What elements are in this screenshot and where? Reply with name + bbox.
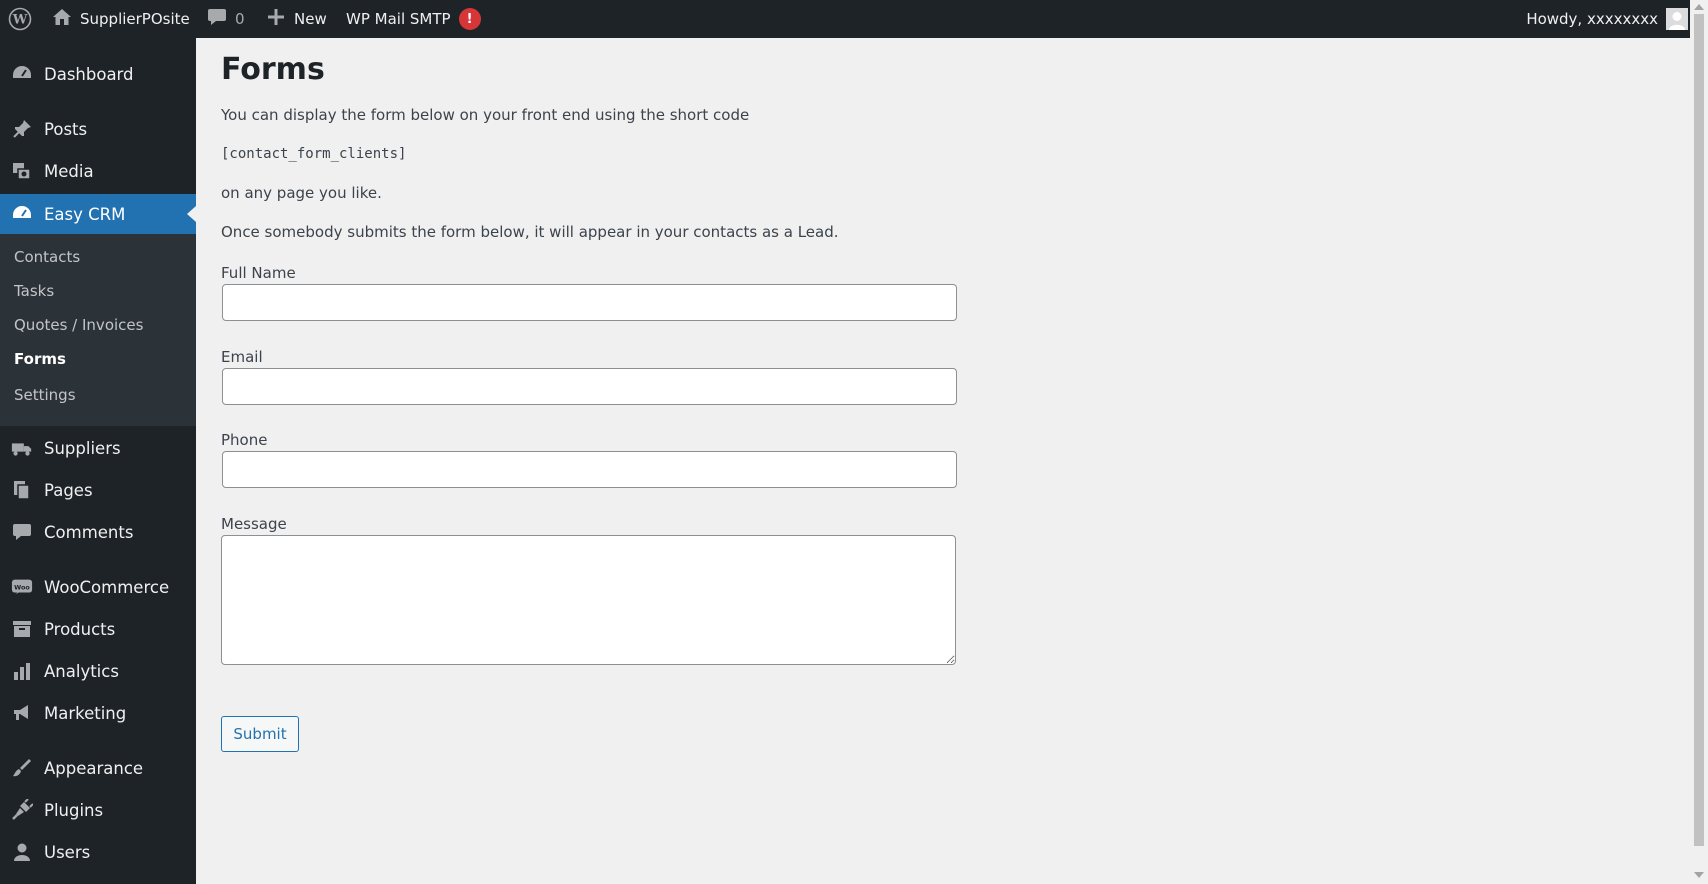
sidebar-item-label: Easy CRM (44, 204, 126, 224)
full-name-input[interactable] (222, 284, 957, 321)
howdy-label: Howdy, xxxxxxxx (1526, 10, 1658, 28)
brush-icon (11, 757, 33, 779)
admin-sidebar: Dashboard Posts Media Easy CRM Contacts … (0, 38, 196, 884)
page-title: Forms (221, 52, 325, 87)
site-name-label: SupplierPOsite (80, 10, 190, 28)
comments-link[interactable]: 0 (207, 0, 245, 38)
sidebar-item-plugins[interactable]: Plugins (0, 790, 196, 830)
phone-label: Phone (221, 431, 268, 449)
user-icon (11, 841, 33, 863)
main-content: Forms You can display the form below on … (196, 38, 1690, 884)
bar-chart-icon (11, 660, 33, 682)
message-label: Message (221, 515, 287, 533)
archive-icon (11, 618, 33, 640)
scroll-down-arrow-icon[interactable] (1694, 872, 1704, 878)
new-content-link[interactable]: New (267, 0, 327, 38)
plus-icon (267, 8, 285, 30)
plug-icon (11, 799, 33, 821)
megaphone-icon (11, 702, 33, 724)
scrollbar-thumb[interactable] (1694, 14, 1704, 846)
truck-icon (11, 437, 33, 459)
sidebar-item-easy-crm[interactable]: Easy CRM (0, 194, 196, 234)
svg-text:W: W (12, 13, 28, 28)
media-icon (11, 160, 33, 182)
intro-text: You can display the form below on your f… (221, 106, 750, 124)
sidebar-item-label: Plugins (44, 800, 104, 820)
sidebar-item-label: Marketing (44, 703, 127, 723)
sidebar-item-label: Appearance (44, 758, 144, 778)
submenu-item-quotes-invoices[interactable]: Quotes / Invoices (14, 316, 143, 334)
sidebar-item-label: Pages (44, 480, 93, 500)
svg-text:Woo: Woo (14, 583, 30, 591)
sidebar-item-analytics[interactable]: Analytics (0, 651, 196, 691)
lead-note-text: Once somebody submits the form below, it… (221, 223, 839, 241)
dashboard-icon (11, 63, 33, 85)
sidebar-item-label: Users (44, 842, 91, 862)
comment-icon (11, 521, 33, 543)
sidebar-item-label: Products (44, 619, 116, 639)
pages-icon (11, 479, 33, 501)
smtp-alert-badge: ! (458, 8, 481, 30)
shortcode-text: [contact_form_clients] (221, 146, 407, 162)
sidebar-item-label: Comments (44, 522, 134, 542)
sidebar-item-label: Dashboard (44, 64, 134, 84)
my-account-link[interactable]: Howdy, xxxxxxxx (1526, 0, 1688, 38)
wp-mail-smtp-link[interactable]: WP Mail SMTP ! (346, 0, 481, 38)
submenu-item-tasks[interactable]: Tasks (14, 282, 54, 300)
full-name-label: Full Name (221, 264, 296, 282)
message-textarea[interactable] (221, 535, 956, 665)
page-scrollbar[interactable] (1690, 0, 1708, 884)
sidebar-item-appearance[interactable]: Appearance (0, 748, 196, 788)
site-name-link[interactable]: SupplierPOsite (52, 0, 190, 38)
sidebar-item-label: WooCommerce (44, 577, 170, 597)
comment-bubble-icon (207, 8, 227, 30)
easy-crm-submenu: Contacts Tasks Quotes / Invoices Forms S… (0, 234, 196, 426)
sidebar-item-dashboard[interactable]: Dashboard (0, 54, 196, 94)
sidebar-item-products[interactable]: Products (0, 609, 196, 649)
comments-count: 0 (235, 10, 245, 28)
sidebar-item-comments[interactable]: Comments (0, 512, 196, 552)
sidebar-item-label: Posts (44, 119, 88, 139)
any-page-text: on any page you like. (221, 184, 382, 202)
sidebar-item-users[interactable]: Users (0, 832, 196, 872)
wordpress-logo-icon[interactable]: W (8, 0, 34, 38)
sidebar-item-posts[interactable]: Posts (0, 109, 196, 149)
submit-button[interactable]: Submit (221, 716, 299, 752)
sidebar-item-woocommerce[interactable]: Woo WooCommerce (0, 567, 196, 607)
submenu-item-forms[interactable]: Forms (14, 350, 66, 368)
submenu-item-settings[interactable]: Settings (14, 386, 76, 404)
home-icon (52, 8, 72, 30)
gauge-icon (11, 203, 33, 225)
email-input[interactable] (222, 368, 957, 405)
sidebar-item-suppliers[interactable]: Suppliers (0, 428, 196, 468)
admin-bar: W SupplierPOsite 0 New WP Mail SMTP ! Ho… (0, 0, 1708, 38)
sidebar-item-pages[interactable]: Pages (0, 470, 196, 510)
sidebar-item-label: Media (44, 161, 94, 181)
smtp-label: WP Mail SMTP (346, 10, 451, 28)
avatar (1666, 8, 1688, 30)
woo-icon: Woo (11, 576, 33, 598)
new-label: New (294, 10, 327, 28)
sidebar-item-media[interactable]: Media (0, 151, 196, 191)
scroll-up-arrow-icon[interactable] (1694, 4, 1704, 10)
submenu-item-contacts[interactable]: Contacts (14, 248, 80, 266)
sidebar-item-marketing[interactable]: Marketing (0, 693, 196, 733)
pin-icon (11, 118, 33, 140)
phone-input[interactable] (222, 451, 957, 488)
sidebar-item-label: Analytics (44, 661, 119, 681)
sidebar-item-label: Suppliers (44, 438, 121, 458)
email-label: Email (221, 348, 263, 366)
